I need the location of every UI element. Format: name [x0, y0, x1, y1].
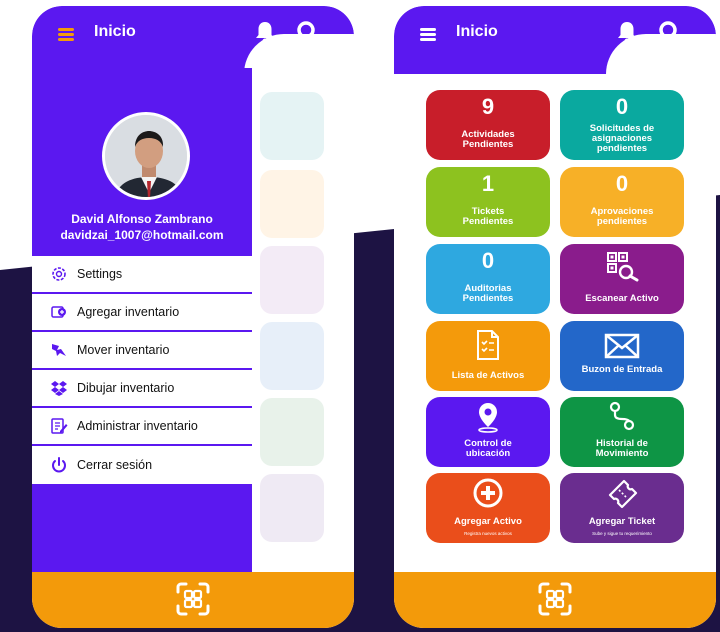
- tile-label: Escanear Activo: [585, 293, 659, 304]
- background-card: [260, 92, 324, 160]
- tile-count: 0: [481, 248, 495, 273]
- tile-auditorias-pendientes[interactable]: 0 Auditorias Pendientes: [426, 244, 550, 314]
- qr-scan-icon[interactable]: [537, 581, 573, 617]
- tile-label: Buzon de Entrada: [581, 364, 663, 375]
- edit-doc-icon: [50, 417, 68, 435]
- menu-item-label: Mover inventario: [77, 343, 170, 357]
- menu-item-label: Settings: [77, 267, 123, 281]
- menu-item-label: Administrar inventario: [77, 419, 198, 433]
- menu-item-settings[interactable]: Settings: [32, 256, 252, 294]
- bottom-bar: [32, 572, 354, 628]
- page-title: Inicio: [456, 23, 498, 40]
- mail-icon: [604, 333, 640, 359]
- tile-agregar-activo[interactable]: Agregar Activo Registra nuevos activos: [426, 473, 550, 543]
- bell-icon[interactable]: [254, 20, 276, 44]
- background-card: [260, 398, 324, 466]
- tile-label: Agregar Activo: [454, 516, 522, 527]
- menu-item-dibujar-inventario[interactable]: Dibujar inventario: [32, 370, 252, 408]
- tile-control-de-ubicacion[interactable]: Control de ubicación: [426, 397, 550, 467]
- tile-actividades-pendientes[interactable]: 9 Actividades Pendientes: [426, 90, 550, 160]
- app-bar: Inicio: [32, 6, 354, 74]
- tile-sublabel: Sube y sigue tu requerimiento: [592, 531, 652, 536]
- menu-item-cerrar-sesion[interactable]: Cerrar sesión: [32, 446, 252, 484]
- user-name: David Alfonso Zambrano: [71, 212, 213, 226]
- tile-lista-de-activos[interactable]: Lista de Activos: [426, 321, 550, 391]
- tile-escanear-activo[interactable]: Escanear Activo: [560, 244, 684, 314]
- qr-search-icon: [607, 252, 639, 282]
- phone-drawer-view: Inicio David Alfonso Zambrano davidzai_1…: [32, 6, 354, 628]
- tile-count: 1: [481, 171, 495, 196]
- search-icon[interactable]: [296, 20, 320, 44]
- tile-count: 0: [615, 94, 629, 119]
- background-card: [260, 246, 324, 314]
- menu-item-administrar-inventario[interactable]: Administrar inventario: [32, 408, 252, 446]
- tile-label: Pendientes: [462, 293, 514, 304]
- tile-agregar-ticket[interactable]: Agregar Ticket Sube y sigue tu requerimi…: [560, 473, 684, 543]
- menu-icon[interactable]: [420, 28, 436, 41]
- add-box-icon: [50, 303, 68, 321]
- power-icon: [50, 456, 68, 474]
- tile-label: Agregar Ticket: [588, 516, 656, 527]
- tile-buzon-de-entrada[interactable]: Buzon de Entrada: [560, 321, 684, 391]
- tile-label: Pendientes: [462, 216, 514, 227]
- background-card: [260, 170, 324, 238]
- page-title: Inicio: [94, 23, 136, 40]
- app-bar: Inicio: [394, 6, 716, 74]
- tile-tickets-pendientes[interactable]: 1 Tickets Pendientes: [426, 167, 550, 237]
- phone-dashboard-view: Inicio 9 Actividades Pendientes 0 Solici…: [394, 6, 716, 628]
- menu-icon[interactable]: [58, 28, 74, 41]
- tile-label: pendientes: [596, 143, 648, 154]
- dropbox-icon: [50, 379, 68, 397]
- location-pin-icon: [478, 403, 498, 433]
- tile-solicitudes-asignaciones[interactable]: 0 Solicitudes de asignaciones pendientes: [560, 90, 684, 160]
- qr-scan-icon[interactable]: [175, 581, 211, 617]
- menu-item-label: Dibujar inventario: [77, 381, 175, 395]
- tile-label: pendientes: [596, 216, 648, 227]
- background-card: [260, 322, 324, 390]
- bottom-bar: [394, 572, 716, 628]
- bell-icon[interactable]: [616, 20, 638, 44]
- background-card: [260, 474, 324, 542]
- plus-circle-icon: [473, 478, 503, 508]
- route-icon: [609, 401, 635, 431]
- gear-icon: [50, 265, 68, 283]
- search-icon[interactable]: [658, 20, 682, 44]
- tile-label: ubicación: [465, 448, 511, 459]
- tile-label: Pendientes: [462, 139, 514, 150]
- ticket-icon: [608, 479, 638, 509]
- tile-sublabel: Registra nuevos activos: [464, 531, 512, 536]
- tile-count: 9: [481, 94, 495, 119]
- user-email: davidzai_1007@hotmail.com: [60, 228, 224, 242]
- tile-count: 0: [615, 171, 629, 196]
- move-icon: [50, 341, 68, 359]
- menu-item-label: Cerrar sesión: [77, 458, 153, 472]
- drawer-menu: Settings Agregar inventario Mover invent…: [32, 256, 252, 484]
- avatar: [102, 112, 190, 200]
- tile-label: Lista de Activos: [451, 370, 525, 381]
- tile-historial-de-movimiento[interactable]: Historial de Movimiento: [560, 397, 684, 467]
- navigation-drawer: David Alfonso Zambrano davidzai_1007@hot…: [32, 68, 252, 572]
- menu-item-agregar-inventario[interactable]: Agregar inventario: [32, 294, 252, 332]
- screen: Inicio David Alfonso Zambrano davidzai_1…: [0, 0, 720, 632]
- tile-label: Movimiento: [595, 448, 649, 459]
- menu-item-label: Agregar inventario: [77, 305, 180, 319]
- tile-aprovaciones-pendientes[interactable]: 0 Aprovaciones pendientes: [560, 167, 684, 237]
- menu-item-mover-inventario[interactable]: Mover inventario: [32, 332, 252, 370]
- checklist-icon: [477, 330, 499, 360]
